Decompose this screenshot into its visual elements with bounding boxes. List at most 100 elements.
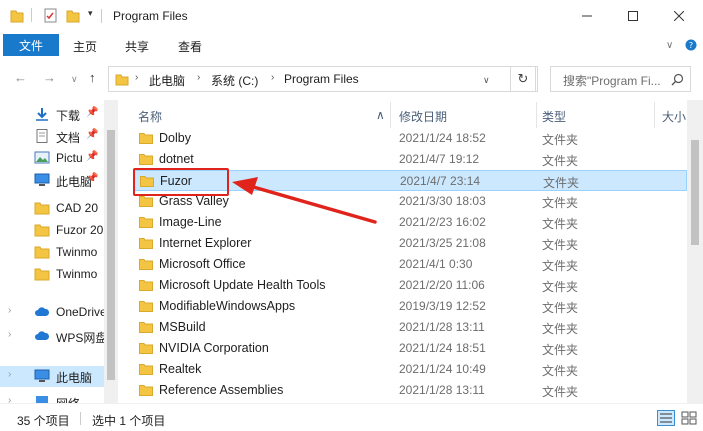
- file-type: 文件夹: [542, 301, 579, 315]
- separator: [31, 8, 32, 22]
- customize-dropdown-icon[interactable]: ▾: [88, 8, 93, 19]
- pin-icon: 📌: [86, 107, 99, 118]
- column-divider[interactable]: [390, 102, 391, 128]
- refresh-button[interactable]: ↻: [510, 66, 536, 92]
- file-row[interactable]: Dolby 2021/1/24 18:52 文件夹: [133, 128, 687, 149]
- folder-icon: [139, 343, 153, 354]
- back-icon[interactable]: ←: [14, 70, 27, 85]
- nav-item[interactable]: › 网络: [0, 392, 104, 403]
- file-type: 文件夹: [542, 364, 579, 378]
- folder-icon: [34, 223, 50, 237]
- address-toolbar: ← → ∨ ↑ › 此电脑 › 系统 (C:) › Program Files …: [0, 58, 703, 100]
- folder-icon: [139, 301, 153, 312]
- nav-item[interactable]: Twinmo: [0, 242, 104, 263]
- search-icon: [671, 73, 684, 86]
- selected-count: 选中 1 个项目: [92, 414, 166, 428]
- expand-chevron-icon[interactable]: ›: [8, 305, 11, 316]
- address-dropdown-icon[interactable]: ∨: [483, 75, 490, 86]
- expand-chevron-icon[interactable]: ›: [8, 329, 11, 340]
- properties-icon[interactable]: [44, 8, 58, 24]
- new-folder-icon[interactable]: [66, 8, 80, 24]
- scrollbar-thumb[interactable]: [691, 140, 699, 245]
- breadcrumb-program-files[interactable]: Program Files: [284, 72, 359, 86]
- column-header-name[interactable]: 名称: [138, 108, 162, 125]
- folder-icon: [10, 10, 24, 23]
- folder-icon: [139, 196, 153, 207]
- column-header-size[interactable]: 大小: [662, 108, 686, 125]
- nav-item[interactable]: › 此电脑: [0, 366, 104, 387]
- tab-file[interactable]: 文件: [3, 34, 59, 56]
- file-name: Realtek: [159, 362, 202, 376]
- file-row[interactable]: NVIDIA Corporation 2021/1/24 18:51 文件夹: [133, 338, 687, 359]
- highlight-box: [133, 168, 229, 196]
- file-date: 2019/3/19 12:52: [399, 299, 486, 313]
- tab-home[interactable]: 主页: [73, 38, 97, 55]
- search-input[interactable]: 搜索"Program Fi...: [550, 66, 691, 92]
- file-row[interactable]: Microsoft Office 2021/4/1 0:30 文件夹: [133, 254, 687, 275]
- file-row[interactable]: Realtek 2021/1/24 10:49 文件夹: [133, 359, 687, 380]
- details-view-icon[interactable]: [657, 410, 675, 426]
- nav-item-label: Pictu: [56, 151, 83, 165]
- forward-icon[interactable]: →: [43, 70, 56, 85]
- file-row[interactable]: Image-Line 2021/2/23 16:02 文件夹: [133, 212, 687, 233]
- help-icon[interactable]: ?: [685, 39, 697, 51]
- folder-icon: [139, 133, 153, 144]
- folder-icon: [34, 201, 50, 215]
- breadcrumb-drive-c[interactable]: 系统 (C:): [211, 72, 258, 89]
- nav-item[interactable]: 文档 📌: [0, 126, 104, 147]
- chevron-right-icon[interactable]: ›: [197, 72, 200, 83]
- file-row[interactable]: ModifiableWindowsApps 2019/3/19 12:52 文件夹: [133, 296, 687, 317]
- nav-item[interactable]: CAD 20: [0, 198, 104, 219]
- nav-item[interactable]: › OneDrive: [0, 302, 104, 323]
- file-row[interactable]: Reference Assemblies 2021/1/28 13:11 文件夹: [133, 380, 687, 401]
- nav-item[interactable]: Twinmo: [0, 264, 104, 285]
- maximize-button[interactable]: [610, 0, 656, 32]
- column-header-type[interactable]: 类型: [542, 108, 566, 125]
- file-row[interactable]: MSBuild 2021/1/28 13:11 文件夹: [133, 317, 687, 338]
- expand-chevron-icon[interactable]: ›: [8, 395, 11, 403]
- chevron-right-icon[interactable]: ›: [135, 72, 138, 83]
- column-divider[interactable]: [654, 102, 655, 128]
- nav-item-label: Twinmo: [56, 267, 98, 281]
- file-row[interactable]: Microsoft Update Health Tools 2021/2/20 1…: [133, 275, 687, 296]
- folder-icon: [139, 217, 153, 228]
- large-icons-view-icon[interactable]: [680, 410, 698, 426]
- ribbon-tabs: 文件 主页 共享 查看 ∨ ?: [0, 32, 703, 58]
- nav-item-label: 下载: [56, 109, 81, 123]
- file-list-scrollbar[interactable]: [687, 128, 703, 403]
- nav-item[interactable]: 此电脑 📌: [0, 170, 104, 191]
- nav-item[interactable]: Pictu 📌: [0, 148, 104, 169]
- file-row[interactable]: dotnet 2021/4/7 19:12 文件夹: [133, 149, 687, 170]
- folder-icon: [139, 385, 153, 396]
- breadcrumb-this-pc[interactable]: 此电脑: [149, 72, 185, 89]
- column-header-date[interactable]: 修改日期: [399, 108, 447, 125]
- chevron-right-icon[interactable]: ›: [271, 72, 274, 83]
- tab-view[interactable]: 查看: [178, 38, 202, 55]
- up-icon[interactable]: ↑: [89, 70, 96, 85]
- close-button[interactable]: [656, 0, 702, 32]
- svg-text:?: ?: [689, 41, 693, 50]
- file-type: 文件夹: [542, 196, 579, 210]
- folder-icon: [139, 238, 153, 249]
- tab-share[interactable]: 共享: [125, 38, 149, 55]
- file-name: dotnet: [159, 152, 194, 166]
- pin-icon: 📌: [86, 173, 99, 184]
- scrollbar-thumb[interactable]: [107, 130, 115, 380]
- column-divider[interactable]: [536, 102, 537, 128]
- nav-pane-scrollbar[interactable]: [104, 100, 118, 403]
- pictures-icon: [34, 151, 50, 165]
- file-name: Microsoft Office: [159, 257, 246, 271]
- file-name: Reference Assemblies: [159, 383, 284, 397]
- file-row[interactable]: Internet Explorer 2021/3/25 21:08 文件夹: [133, 233, 687, 254]
- expand-chevron-icon[interactable]: ›: [8, 369, 11, 380]
- recent-locations-icon[interactable]: ∨: [71, 74, 78, 85]
- file-date: 2021/1/24 10:49: [399, 362, 486, 376]
- address-bar[interactable]: › 此电脑 › 系统 (C:) › Program Files ∨: [108, 66, 538, 92]
- nav-item[interactable]: Fuzor 20: [0, 220, 104, 241]
- expand-ribbon-icon[interactable]: ∨: [666, 40, 673, 51]
- folder-icon: [115, 74, 129, 86]
- minimize-button[interactable]: [564, 0, 610, 32]
- nav-item[interactable]: 下载 📌: [0, 104, 104, 125]
- nav-item[interactable]: › WPS网盘: [0, 326, 104, 347]
- folder-icon: [34, 267, 50, 281]
